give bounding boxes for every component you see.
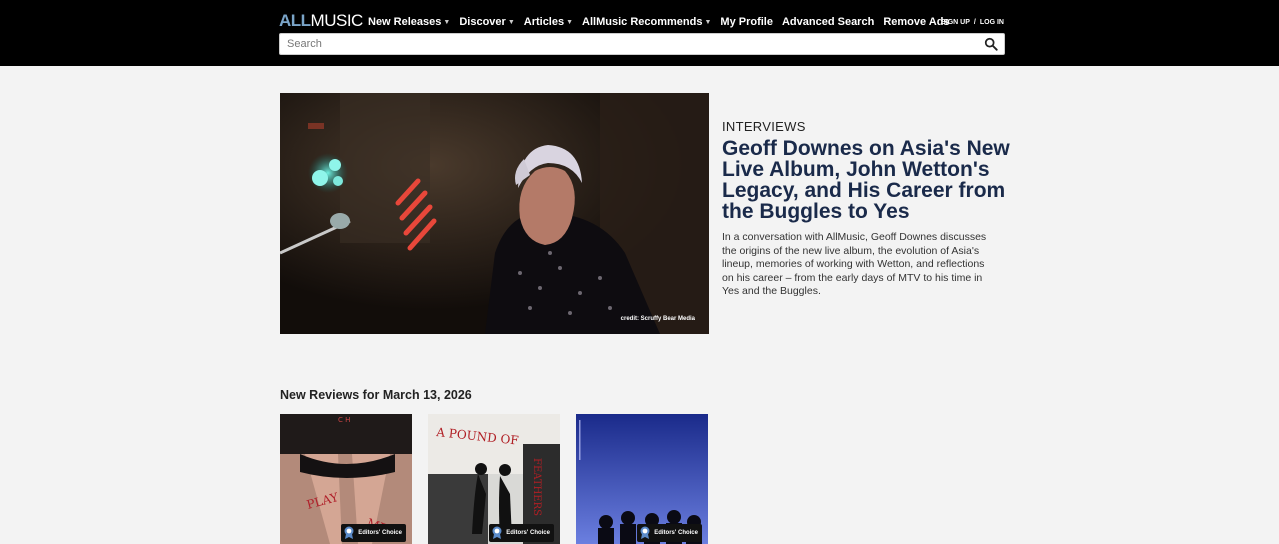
chevron-down-icon: ▼ — [566, 18, 574, 26]
auth-links: SIGN UP / LOG IN — [941, 19, 1004, 26]
nav-remove-ads[interactable]: Remove Ads — [883, 16, 949, 28]
nav-new-releases-label: New Releases — [368, 16, 442, 28]
album-card[interactable]: C H PLAY ME Editors' Choice — [280, 414, 412, 544]
nav-recommends-label: AllMusic Recommends — [582, 16, 703, 28]
award-ribbon-icon — [640, 526, 650, 539]
nav-advanced-search-label: Advanced Search — [781, 16, 875, 28]
award-ribbon-icon — [344, 526, 354, 539]
editors-choice-badge: Editors' Choice — [489, 524, 554, 542]
photo-credit: credit: Scruffy Bear Media — [620, 316, 695, 322]
feature-photo[interactable]: credit: Scruffy Bear Media — [280, 93, 709, 334]
nav-my-profile-label: My Profile — [720, 16, 773, 28]
feature-headline[interactable]: Geoff Downes on Asia's New Live Album, J… — [722, 138, 1012, 222]
nav-allmusic-recommends[interactable]: AllMusic Recommends ▼ — [582, 16, 711, 28]
chevron-down-icon: ▼ — [443, 18, 451, 26]
album-card[interactable]: Editors' Choice — [576, 414, 708, 544]
nav-new-releases[interactable]: New Releases ▼ — [368, 16, 450, 28]
nav-discover-label: Discover — [459, 16, 506, 28]
feature-summary: In a conversation with AllMusic, Geoff D… — [722, 231, 987, 298]
log-in-link[interactable]: LOG IN — [980, 19, 1004, 26]
award-ribbon-icon — [492, 526, 502, 539]
chevron-down-icon: ▼ — [507, 18, 515, 26]
feature-photo-graphic — [280, 93, 709, 334]
editors-choice-badge: Editors' Choice — [341, 524, 406, 542]
album-card[interactable]: A POUND OF FEATHERS Editors' Choice — [428, 414, 560, 544]
nav-advanced-search[interactable]: Advanced Search — [782, 16, 874, 28]
feature-category[interactable]: INTERVIEWS — [722, 119, 1012, 134]
main-nav: New Releases ▼ Discover ▼ Articles ▼ AllMus… — [368, 16, 959, 28]
auth-separator: / — [973, 19, 976, 26]
sign-up-link[interactable]: SIGN UP — [941, 19, 970, 26]
feature-article: INTERVIEWS Geoff Downes on Asia's New Li… — [722, 119, 1012, 299]
editors-choice-label: Editors' Choice — [358, 530, 402, 536]
editors-choice-badge: Editors' Choice — [637, 524, 702, 542]
nav-discover[interactable]: Discover ▼ — [459, 16, 514, 28]
search-input[interactable] — [280, 34, 970, 54]
svg-text:FEATHERS: FEATHERS — [531, 458, 542, 516]
allmusic-logo[interactable]: ALL MUSIC — [279, 11, 364, 30]
nav-articles[interactable]: Articles ▼ — [524, 16, 573, 28]
nav-articles-label: Articles — [523, 16, 565, 28]
editors-choice-label: Editors' Choice — [654, 530, 698, 536]
nav-remove-ads-label: Remove Ads — [883, 16, 950, 28]
svg-text:C H: C H — [338, 416, 350, 424]
new-reviews-heading: New Reviews for March 13, 2026 — [280, 388, 472, 402]
logo-music-text: MUSIC — [310, 11, 364, 30]
chevron-down-icon: ▼ — [704, 18, 712, 26]
editors-choice-label: Editors' Choice — [506, 530, 550, 536]
nav-my-profile[interactable]: My Profile — [720, 16, 773, 28]
logo-all-text: ALL — [279, 11, 311, 30]
top-navigation-bar: ALL MUSIC New Releases ▼ Discover ▼ Article… — [0, 0, 1279, 66]
search-bar — [279, 33, 1005, 55]
search-icon[interactable] — [984, 37, 998, 51]
